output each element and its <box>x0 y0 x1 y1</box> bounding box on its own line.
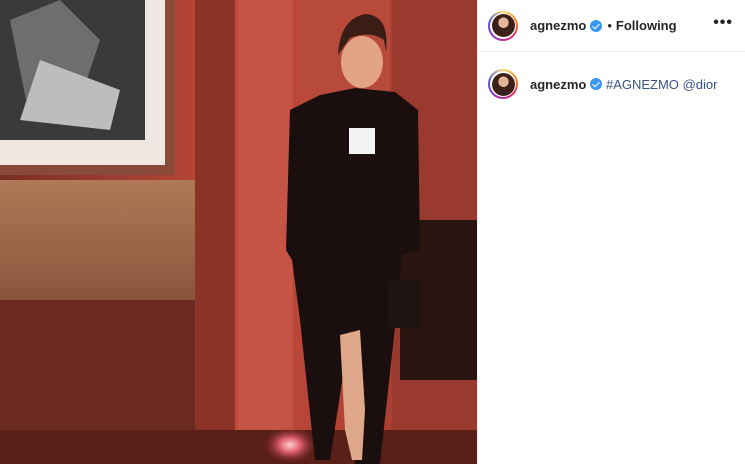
post-image <box>0 0 477 464</box>
username-link[interactable]: agnezmo <box>530 18 586 33</box>
caption-username-link[interactable]: agnezmo <box>530 77 586 92</box>
separator-dot: • <box>607 18 612 33</box>
avatar-image <box>491 14 515 37</box>
following-button[interactable]: Following <box>616 18 677 33</box>
verified-badge-icon <box>590 19 603 32</box>
post-photo[interactable] <box>0 0 477 464</box>
caption-mention-link[interactable]: @dior <box>683 77 718 92</box>
caption-avatar-image <box>491 72 515 96</box>
post-header: agnezmo • Following ••• <box>478 0 745 52</box>
caption-avatar[interactable] <box>488 69 518 99</box>
more-options-icon[interactable]: ••• <box>713 14 733 38</box>
caption: agnezmo #AGNEZMO @dior <box>478 52 745 99</box>
caption-verified-badge-icon <box>590 77 603 90</box>
avatar[interactable] <box>488 10 518 41</box>
post-sidebar: agnezmo • Following ••• agnezmo #AGNEZMO… <box>477 0 745 464</box>
caption-text: agnezmo #AGNEZMO @dior <box>530 77 717 92</box>
caption-hashtag-link[interactable]: #AGNEZMO <box>606 77 679 92</box>
